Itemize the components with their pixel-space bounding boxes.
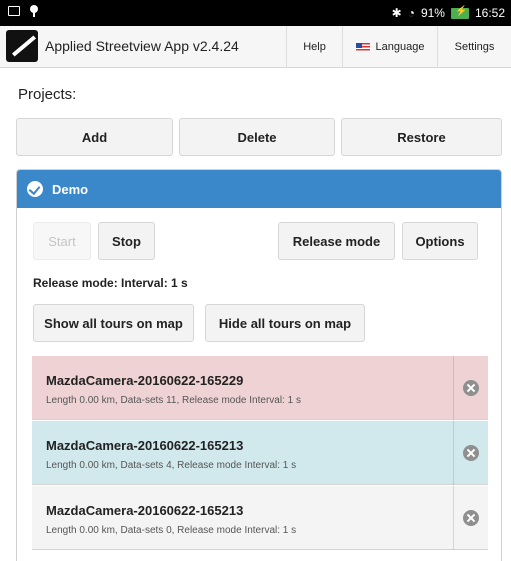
- tour-details: Length 0.00 km, Data-sets 4, Release mod…: [46, 460, 297, 471]
- hide-all-label: Hide all tours on map: [218, 315, 352, 331]
- tour-details: Length 0.00 km, Data-sets 11, Release mo…: [46, 395, 301, 406]
- settings-button[interactable]: Settings: [437, 26, 511, 68]
- tour-item[interactable]: MazdaCamera-20160622-165213 Length 0.00 …: [32, 421, 488, 485]
- battery-percentage: 91%: [420, 6, 445, 20]
- delete-tour-button[interactable]: [453, 356, 488, 420]
- projects-heading: Projects:: [18, 86, 77, 103]
- options-button[interactable]: Options: [402, 222, 478, 260]
- delete-tour-button[interactable]: [453, 421, 488, 485]
- clock: 16:52: [474, 6, 505, 20]
- show-all-tours-button[interactable]: Show all tours on map: [33, 304, 194, 342]
- close-circle-icon: [463, 380, 479, 396]
- start-button[interactable]: Start: [33, 222, 91, 260]
- delete-tour-button[interactable]: [453, 486, 488, 550]
- app-logo-icon: [6, 30, 38, 62]
- add-project-button[interactable]: Add: [16, 118, 173, 156]
- tour-title: MazdaCamera-20160622-165213: [46, 438, 244, 453]
- settings-label: Settings: [454, 41, 495, 53]
- language-label: Language: [375, 41, 425, 53]
- bluetooth-icon: ✱: [391, 6, 402, 20]
- show-all-label: Show all tours on map: [44, 315, 183, 331]
- language-button[interactable]: Language: [342, 26, 437, 68]
- wifi-icon: ◔: [407, 6, 415, 20]
- help-label: Help: [303, 41, 326, 53]
- gallery-notification-icon: [8, 6, 20, 16]
- tour-item[interactable]: MazdaCamera-20160622-165229 Length 0.00 …: [32, 356, 488, 420]
- checkmark-icon[interactable]: [27, 181, 43, 197]
- stop-label: Stop: [112, 233, 141, 249]
- delete-project-button[interactable]: Delete: [179, 118, 335, 156]
- project-name: Demo: [52, 182, 89, 197]
- release-mode-button[interactable]: Release mode: [278, 222, 395, 260]
- tour-item[interactable]: MazdaCamera-20160622-165213 Length 0.00 …: [32, 486, 488, 550]
- tour-title: MazdaCamera-20160622-165229: [46, 373, 244, 388]
- release-mode-status: Release mode: Interval: 1 s: [33, 276, 188, 290]
- close-circle-icon: [463, 445, 479, 461]
- delete-label: Delete: [237, 129, 277, 145]
- stop-button[interactable]: Stop: [98, 222, 155, 260]
- close-circle-icon: [463, 510, 479, 526]
- us-flag-icon: [355, 42, 370, 52]
- hide-all-tours-button[interactable]: Hide all tours on map: [205, 304, 365, 342]
- tour-details: Length 0.00 km, Data-sets 0, Release mod…: [46, 525, 297, 536]
- battery-icon: [450, 6, 469, 19]
- restore-project-button[interactable]: Restore: [341, 118, 502, 156]
- location-notification-icon: [30, 5, 38, 17]
- action-bar: Applied Streetview App v2.4.24 Help Lang…: [0, 26, 511, 68]
- restore-label: Restore: [397, 129, 446, 145]
- add-label: Add: [81, 129, 108, 145]
- project-header[interactable]: Demo: [17, 170, 501, 208]
- start-label: Start: [48, 233, 76, 249]
- tour-title: MazdaCamera-20160622-165213: [46, 503, 244, 518]
- app-title: Applied Streetview App v2.4.24: [45, 38, 239, 54]
- options-label: Options: [415, 233, 465, 249]
- release-mode-label: Release mode: [292, 233, 381, 249]
- status-bar: ✱ ◔ 91% 16:52: [0, 0, 511, 26]
- help-button[interactable]: Help: [286, 26, 342, 68]
